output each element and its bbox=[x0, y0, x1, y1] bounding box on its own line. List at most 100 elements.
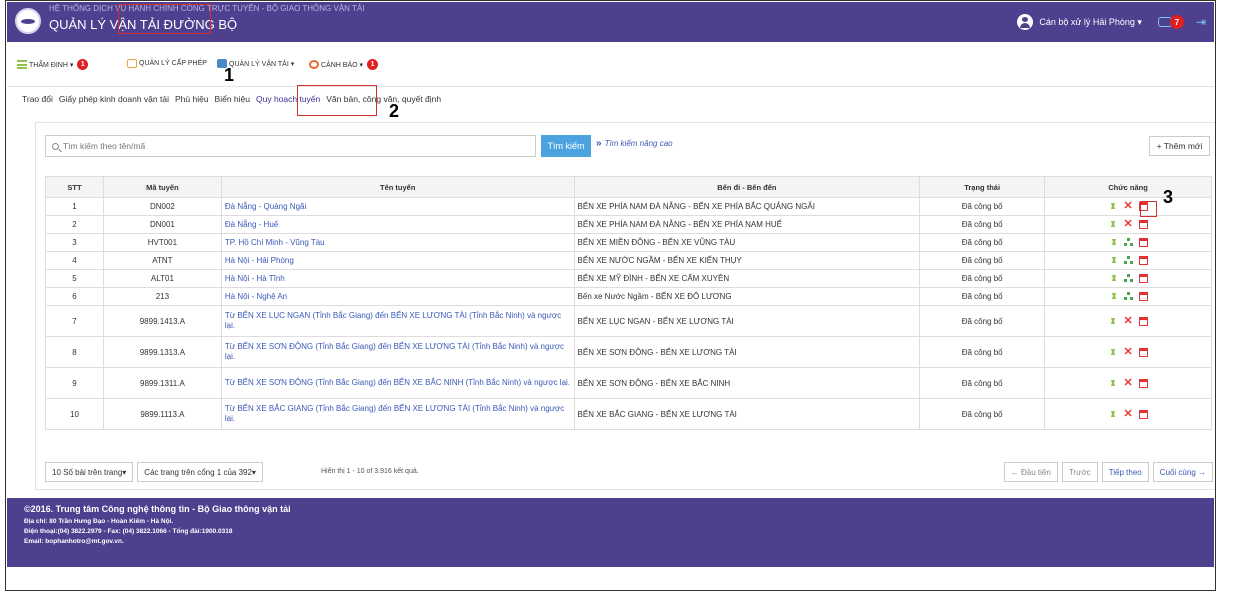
cell-route-name[interactable]: Từ BẾN XE SƠN ĐỘNG (Tỉnh Bắc Giang) đến … bbox=[220, 336, 575, 368]
footer-title: ©2016. Trung tâm Công nghệ thông tin - B… bbox=[24, 504, 291, 514]
cell-stt: 2 bbox=[45, 215, 104, 234]
cell-route-name[interactable]: Hà Nội - Nghệ An bbox=[220, 287, 575, 306]
cell-route-name[interactable]: Đà Nẵng - Quảng Ngãi bbox=[220, 197, 575, 216]
table-row: 7 9899.1413.A Từ BẾN XE LỤC NGẠN (Tỉnh Bắc… bbox=[45, 305, 1212, 337]
cell-code: DN002 bbox=[102, 197, 222, 216]
add-new-button[interactable]: + Thêm mới bbox=[1149, 136, 1210, 156]
calendar-icon[interactable] bbox=[1138, 347, 1148, 357]
cell-stt: 4 bbox=[45, 251, 104, 270]
col-header-name: Tên tuyến bbox=[220, 176, 575, 198]
per-page-select[interactable]: 10 Số bài trên trang▾ bbox=[45, 462, 134, 482]
user-menu[interactable]: Cán bộ xử lý Hải Phòng ▾ bbox=[1039, 17, 1142, 28]
cell-actions: ✕ bbox=[1044, 305, 1212, 337]
calendar-icon[interactable] bbox=[1138, 292, 1148, 301]
approve-icon[interactable] bbox=[1108, 317, 1117, 326]
col-header-code: Mã tuyến bbox=[102, 176, 222, 198]
approve-icon[interactable] bbox=[1109, 238, 1118, 247]
prev-page-button[interactable]: Trước bbox=[1061, 462, 1098, 482]
step-number-1: 1 bbox=[224, 65, 235, 85]
page-select[interactable]: Các trang trên cổng 1 của 392▾ bbox=[137, 462, 263, 482]
advanced-search-link[interactable]: » Tìm kiếm nâng cao bbox=[596, 138, 673, 149]
cell-stations: BẾN XE PHÍA NAM ĐÀ NẴNG - BẾN XE PHÍA BẮ… bbox=[573, 197, 921, 216]
cell-actions bbox=[1044, 287, 1212, 306]
calendar-icon[interactable] bbox=[1138, 256, 1148, 265]
search-input[interactable]: Tìm kiếm theo tên/mã bbox=[45, 135, 536, 157]
menu-canh-bao[interactable]: CẢNH BÁO ▾ 1 bbox=[309, 59, 379, 70]
col-header-stt: STT bbox=[45, 176, 104, 198]
sitemap-icon[interactable] bbox=[1124, 238, 1133, 247]
cell-stt: 10 bbox=[45, 398, 104, 430]
approve-icon[interactable] bbox=[1109, 292, 1118, 301]
cell-route-name[interactable]: Đà Nẵng - Huế bbox=[220, 215, 575, 234]
sitemap-icon[interactable] bbox=[1124, 274, 1133, 283]
submenu-trao-doi[interactable]: Trao đổi bbox=[22, 94, 53, 104]
menu-label: QUẢN LÝ CẤP PHÉP bbox=[139, 60, 207, 67]
calendar-icon[interactable] bbox=[1138, 238, 1148, 247]
menu-label: CẢNH BÁO ▾ bbox=[321, 61, 364, 69]
cell-route-name[interactable]: Từ BẾN XE SƠN ĐỘNG (Tỉnh Bắc Giang) đến … bbox=[220, 367, 575, 399]
approve-icon[interactable] bbox=[1108, 348, 1117, 357]
approve-icon[interactable] bbox=[1109, 274, 1118, 283]
advanced-search-label: Tìm kiếm nâng cao bbox=[604, 139, 673, 148]
step-number-2: 2 bbox=[389, 101, 400, 121]
action-group: ✕ bbox=[1048, 408, 1208, 420]
cell-stt: 7 bbox=[45, 305, 104, 337]
menu-tham-dinh[interactable]: THẨM ĐỊNH ▾ 1 bbox=[17, 59, 89, 70]
approve-icon[interactable] bbox=[1109, 256, 1118, 265]
calendar-icon[interactable] bbox=[1138, 409, 1148, 419]
calendar-icon[interactable] bbox=[1138, 220, 1148, 229]
content-panel: Tìm kiếm theo tên/mã Tìm kiếm » Tìm kiếm … bbox=[35, 122, 1215, 490]
search-button[interactable]: Tìm kiếm bbox=[541, 135, 591, 157]
delete-icon[interactable]: ✕ bbox=[1123, 315, 1132, 327]
delete-icon[interactable]: ✕ bbox=[1123, 377, 1132, 389]
notification-badge[interactable]: 7 bbox=[1169, 15, 1184, 29]
highlight-box-2 bbox=[297, 85, 377, 116]
cell-status: Đã công bố bbox=[919, 269, 1046, 288]
cell-stt: 1 bbox=[45, 197, 104, 216]
next-page-button[interactable]: Tiếp theo bbox=[1101, 462, 1149, 482]
cell-route-name[interactable]: Từ BẾN XE LỤC NGẠN (Tỉnh Bắc Giang) đến … bbox=[220, 305, 575, 337]
cell-actions bbox=[1044, 251, 1212, 270]
menu-quan-ly-cap-phep[interactable]: QUẢN LÝ CẤP PHÉP bbox=[127, 59, 207, 68]
action-group bbox=[1048, 292, 1208, 301]
footer-address: Địa chỉ: 80 Trần Hưng Đạo - Hoàn Kiếm - … bbox=[24, 518, 174, 525]
table-row: 2 DN001 Đà Nẵng - Huế BẾN XE PHÍA NAM ĐÀ NẴ… bbox=[45, 215, 1212, 234]
calendar-icon[interactable] bbox=[1138, 316, 1148, 326]
footer: ©2016. Trung tâm Công nghệ thông tin - B… bbox=[7, 498, 1214, 567]
delete-icon[interactable]: ✕ bbox=[1123, 219, 1132, 230]
col-header-actions: Chức năng bbox=[1044, 176, 1212, 198]
delete-icon[interactable]: ✕ bbox=[1123, 408, 1132, 420]
first-page-button[interactable]: ← Đầu tiên bbox=[1003, 462, 1058, 482]
action-group: ✕ bbox=[1048, 201, 1208, 212]
cell-route-name[interactable]: TP. Hồ Chí Minh - Vũng Tàu bbox=[220, 233, 575, 252]
pagination-info: Hiển thị 1 - 10 of 3.916 kết quả. bbox=[321, 468, 419, 475]
submenu-bien-hieu[interactable]: Biển hiệu bbox=[215, 94, 250, 104]
last-page-button[interactable]: Cuối cùng → bbox=[1152, 462, 1213, 482]
submenu-phu-hieu[interactable]: Phù hiệu bbox=[175, 94, 209, 104]
approve-icon[interactable] bbox=[1108, 202, 1117, 211]
table-row: 1 DN002 Đà Nẵng - Quảng Ngãi BẾN XE PHÍA NA… bbox=[45, 197, 1212, 216]
cell-actions: ✕ bbox=[1044, 215, 1212, 234]
cell-stations: BẾN XE LỤC NGẠN - BẾN XE LƯƠNG TÀI bbox=[573, 305, 921, 337]
action-group: ✕ bbox=[1048, 346, 1208, 358]
approve-icon[interactable] bbox=[1108, 379, 1117, 388]
cell-actions: ✕ bbox=[1044, 367, 1212, 399]
delete-icon[interactable]: ✕ bbox=[1123, 346, 1132, 358]
calendar-icon[interactable] bbox=[1138, 274, 1148, 283]
sitemap-icon[interactable] bbox=[1124, 292, 1133, 301]
menu-badge: 1 bbox=[77, 59, 89, 70]
logout-icon[interactable]: ⇥ bbox=[1196, 15, 1206, 29]
sitemap-icon[interactable] bbox=[1124, 256, 1133, 265]
cell-route-name[interactable]: Hà Nội - Hải Phòng bbox=[220, 251, 575, 270]
cell-route-name[interactable]: Từ BẾN XE BẮC GIANG (Tỉnh Bắc Giang) đến… bbox=[220, 398, 575, 430]
action-group: ✕ bbox=[1048, 315, 1208, 327]
calendar-icon[interactable] bbox=[1138, 378, 1148, 388]
delete-icon[interactable]: ✕ bbox=[1123, 201, 1132, 212]
cell-status: Đã công bố bbox=[919, 287, 1046, 306]
submenu-giay-phep[interactable]: Giấy phép kinh doanh vận tải bbox=[59, 94, 169, 104]
approve-icon[interactable] bbox=[1108, 410, 1117, 419]
menu-badge: 1 bbox=[367, 59, 379, 70]
cell-route-name[interactable]: Hà Nội - Hà Tĩnh bbox=[220, 269, 575, 288]
cell-code: 213 bbox=[102, 287, 222, 306]
approve-icon[interactable] bbox=[1108, 220, 1117, 229]
